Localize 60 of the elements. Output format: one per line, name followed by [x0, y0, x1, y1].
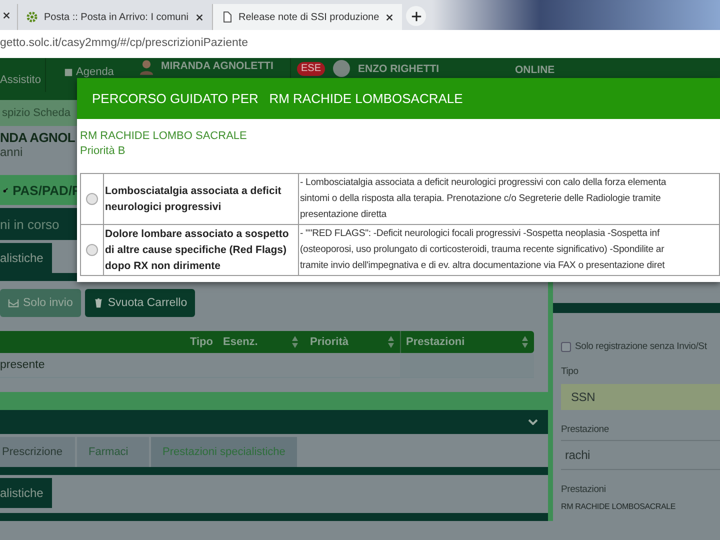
- avatar-icon: [333, 60, 350, 77]
- close-icon[interactable]: [385, 12, 394, 22]
- address-bar[interactable]: getto.solc.it/casy2mmg/#/cp/prescrizioniPaziente: [0, 36, 248, 48]
- action-button[interactable]: Svuota Carrello: [84, 289, 196, 317]
- tab[interactable]: alistiche: [0, 243, 52, 273]
- modal-title: PERCORSO GUIDATO PER RM RACHIDE LOMBOSACRALE: [92, 91, 463, 106]
- chevron-down-icon[interactable]: [528, 419, 538, 425]
- description-line: - Lombosciatalgia associata a deficit neurologici progressivi con calo della forza elementa: [300, 176, 668, 190]
- select-field[interactable]: SSN: [561, 384, 720, 410]
- plus-icon: [410, 10, 422, 22]
- close-icon[interactable]: [2, 11, 11, 20]
- description-line: (osteoporosi, uso prolungato di corticosteroidi, trauma recente significativo) -Spondilite ar: [300, 243, 666, 257]
- tab[interactable]: Prescrizione: [0, 437, 75, 467]
- priority-label: Priorità B: [80, 144, 126, 159]
- radio-button[interactable]: [86, 244, 98, 256]
- field-label: Tipo: [561, 366, 580, 379]
- tab[interactable]: Farmaci: [76, 437, 149, 467]
- column-header[interactable]: Priorità: [310, 336, 349, 348]
- patient-age: anni: [0, 145, 23, 161]
- gear-icon: [26, 11, 38, 23]
- action-button[interactable]: Solo invio: [0, 289, 81, 317]
- column-header[interactable]: Tipo: [190, 336, 213, 348]
- sort-icon[interactable]: [292, 336, 298, 348]
- description-line: sintomi o della risposta alla terapia. Prenotazione c/o Segreterie delle Radiologie tramite: [300, 192, 662, 206]
- section-title: ni in corso: [0, 216, 60, 232]
- column-header[interactable]: Esenz.: [223, 336, 258, 348]
- status-badge: ESE: [297, 62, 326, 76]
- pas-button[interactable]: PAS/PAD/F: [0, 175, 80, 205]
- sort-icon[interactable]: [388, 336, 394, 348]
- browser-tab[interactable]: Release note di SSI produzione: [212, 4, 402, 30]
- column-header[interactable]: Prestazioni: [406, 336, 465, 348]
- description-line: - ""RED FLAGS": -Deficit neurologici focali progressivi -Sospetta neoplasia -Sospetta inf: [300, 227, 661, 241]
- description-line: presentazione diretta: [300, 208, 388, 222]
- field-label: Prestazione: [561, 424, 610, 437]
- checkbox-label: Solo registrazione senza Invio/St: [575, 341, 707, 352]
- envelope-icon: [8, 298, 19, 308]
- input-field[interactable]: rachi: [561, 440, 720, 470]
- trash-icon: [92, 298, 104, 308]
- close-icon[interactable]: [194, 12, 204, 22]
- checkbox[interactable]: [561, 342, 571, 352]
- sort-icon[interactable]: [522, 336, 528, 348]
- document-icon: [220, 11, 233, 23]
- selected-exam: RM RACHIDE LOMBOSACRALE: [561, 502, 677, 511]
- doctor-name: ENZO RIGHETTI: [358, 62, 440, 77]
- avatar-icon: [140, 60, 153, 75]
- tab[interactable]: alistiche: [0, 478, 52, 508]
- online-status: ONLINE: [515, 63, 556, 76]
- new-tab-button[interactable]: [406, 6, 426, 26]
- condition-text: Dolore lombare associato a sospetto di altre cause specifiche (Red Flags) dopo RX non dirimente: [105, 228, 289, 272]
- tab-title: Posta :: Posta in Arrivo: I comuni: [44, 12, 189, 22]
- radio-button[interactable]: [86, 192, 98, 205]
- description-line: tramite invio dell'impegnativa e di ev. altra documentazione via FAX o presentazione diret: [300, 259, 666, 273]
- exam-name: RM RACHIDE LOMBO SACRALE: [80, 129, 248, 144]
- patient-heading: NDA AGNOL: [0, 130, 76, 145]
- tab-title: Release note di SSI produzione: [238, 12, 380, 22]
- nav-item[interactable]: Assistito: [0, 58, 45, 86]
- field-label: Prestazioni: [561, 484, 607, 497]
- condition-text: Lombosciatalgia associata a deficit neurologici progressivi: [105, 185, 282, 213]
- table-cell-text: presente: [0, 359, 46, 371]
- patient-name: MIRANDA AGNOLETTI: [161, 60, 274, 74]
